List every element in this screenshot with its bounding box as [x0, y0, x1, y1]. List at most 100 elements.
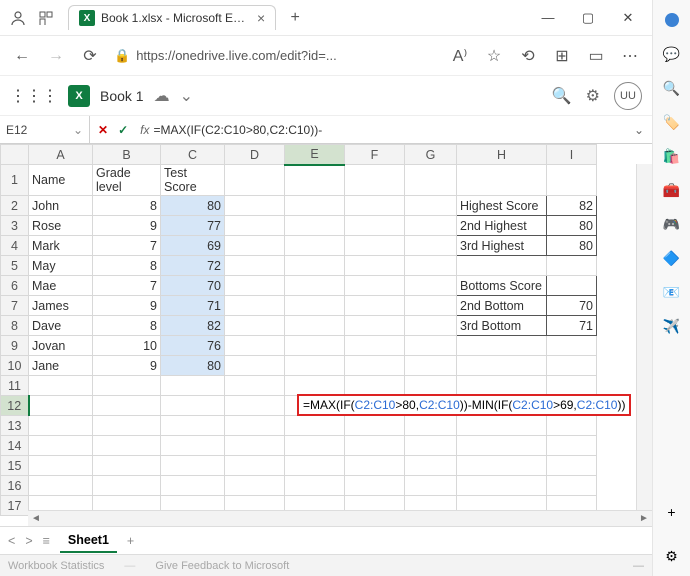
profile-icon[interactable] — [4, 4, 32, 32]
cell[interactable]: James — [29, 296, 93, 316]
maximize-button[interactable]: ▢ — [568, 0, 608, 36]
cell[interactable]: 9 — [93, 216, 161, 236]
row-header[interactable]: 15 — [1, 456, 29, 476]
col-header[interactable]: C — [161, 145, 225, 165]
row-header[interactable]: 14 — [1, 436, 29, 456]
cell[interactable]: Jane — [29, 356, 93, 376]
sheet-next-icon[interactable]: > — [25, 534, 32, 548]
search-panel-icon[interactable]: 🔍 — [662, 78, 682, 98]
row-header[interactable]: 3 — [1, 216, 29, 236]
browser-tab[interactable]: X Book 1.xlsx - Microsoft Excel Onl × — [68, 5, 276, 30]
scroll-left-icon[interactable]: ◄ — [28, 512, 44, 526]
name-box[interactable]: E12 ⌄ — [0, 116, 90, 143]
cell[interactable]: 71 — [161, 296, 225, 316]
row-header[interactable]: 10 — [1, 356, 29, 376]
tag-icon[interactable]: 🏷️ — [662, 112, 682, 132]
cell[interactable]: 70 — [547, 296, 597, 316]
app-launcher-icon[interactable]: ⋮⋮⋮ — [10, 86, 58, 106]
row-header[interactable]: 12 — [1, 396, 29, 416]
extensions-icon[interactable]: ⊞ — [548, 42, 576, 70]
cell[interactable]: 71 — [547, 316, 597, 336]
workspaces-icon[interactable] — [32, 4, 60, 32]
confirm-formula-icon[interactable]: ✓ — [118, 123, 128, 137]
cell[interactable]: Dave — [29, 316, 93, 336]
cell[interactable]: 80 — [547, 216, 597, 236]
cell[interactable]: May — [29, 256, 93, 276]
cell[interactable]: 80 — [547, 236, 597, 256]
apps-icon[interactable]: 🔷 — [662, 248, 682, 268]
col-header[interactable]: A — [29, 145, 93, 165]
cell[interactable]: 2nd Bottom — [457, 296, 547, 316]
read-aloud-icon[interactable]: A⁾ — [446, 42, 474, 70]
feedback-button[interactable]: Give Feedback to Microsoft — [155, 560, 289, 572]
outlook-icon[interactable]: 📧 — [662, 282, 682, 302]
chat-icon[interactable]: 💬 — [662, 44, 682, 64]
user-avatar[interactable]: UU — [614, 82, 642, 110]
col-header[interactable]: F — [345, 145, 405, 165]
row-header[interactable]: 8 — [1, 316, 29, 336]
col-header[interactable]: H — [457, 145, 547, 165]
sheet-list-icon[interactable]: ≡ — [43, 534, 50, 548]
formula-text[interactable]: =MAX(IF(C2:C10>80,C2:C10))- — [153, 123, 625, 137]
zoom-out-icon[interactable]: — — [633, 560, 644, 572]
row-header[interactable]: 2 — [1, 196, 29, 216]
refresh-button[interactable]: ⟳ — [76, 42, 104, 70]
row-header[interactable]: 6 — [1, 276, 29, 296]
cell[interactable]: 7 — [93, 276, 161, 296]
editing-cell-formula[interactable]: =MAX(IF(C2:C10>80,C2:C10))-MIN(IF(C2:C10… — [297, 394, 631, 416]
favorite-icon[interactable]: ☆ — [480, 42, 508, 70]
cell[interactable]: 2nd Highest — [457, 216, 547, 236]
col-header[interactable]: I — [547, 145, 597, 165]
more-icon[interactable]: ⋯ — [616, 42, 644, 70]
cell[interactable]: 8 — [93, 256, 161, 276]
cell[interactable]: Highest Score — [457, 196, 547, 216]
col-header[interactable]: B — [93, 145, 161, 165]
sync-icon[interactable]: ⟲ — [514, 42, 542, 70]
settings-icon[interactable]: ⚙ — [586, 86, 600, 106]
sheet-tab[interactable]: Sheet1 — [60, 529, 117, 553]
row-header[interactable]: 1 — [1, 165, 29, 196]
row-header[interactable]: 17 — [1, 496, 29, 516]
cell[interactable]: 76 — [161, 336, 225, 356]
sheet-area[interactable]: A B C D E F G H I 1 Name Grade level Tes… — [0, 144, 652, 526]
row-header[interactable]: 9 — [1, 336, 29, 356]
cell[interactable]: 9 — [93, 296, 161, 316]
spreadsheet-grid[interactable]: A B C D E F G H I 1 Name Grade level Tes… — [0, 144, 597, 516]
forward-button[interactable]: → — [42, 42, 70, 70]
select-all-corner[interactable] — [1, 145, 29, 165]
cell[interactable]: 82 — [547, 196, 597, 216]
cell[interactable]: 3rd Bottom — [457, 316, 547, 336]
vertical-scrollbar[interactable] — [636, 164, 652, 510]
cell[interactable]: Jovan — [29, 336, 93, 356]
title-dropdown-icon[interactable]: ⌄ — [180, 86, 193, 106]
horizontal-scrollbar[interactable]: ◄ ► — [28, 510, 652, 526]
shopping-icon[interactable]: 🛍️ — [662, 146, 682, 166]
sheet-prev-icon[interactable]: < — [8, 534, 15, 548]
url-field[interactable]: 🔒 https://onedrive.live.com/edit?id=... — [110, 48, 440, 64]
cell[interactable]: 77 — [161, 216, 225, 236]
new-tab-button[interactable]: + — [282, 5, 308, 31]
doc-title[interactable]: Book 1 — [100, 88, 144, 104]
collections-icon[interactable]: ▭ — [582, 42, 610, 70]
copilot-icon[interactable] — [662, 10, 682, 30]
cell[interactable]: 70 — [161, 276, 225, 296]
cell[interactable]: 69 — [161, 236, 225, 256]
cell[interactable]: 3rd Highest — [457, 236, 547, 256]
row-header[interactable]: 4 — [1, 236, 29, 256]
row-header[interactable]: 13 — [1, 416, 29, 436]
cell[interactable]: Mark — [29, 236, 93, 256]
back-button[interactable]: ← — [8, 42, 36, 70]
cell[interactable]: Test Score — [161, 165, 225, 196]
cell[interactable]: John — [29, 196, 93, 216]
games-icon[interactable]: 🎮 — [662, 214, 682, 234]
cell[interactable]: Grade level — [93, 165, 161, 196]
row-header[interactable]: 16 — [1, 476, 29, 496]
send-icon[interactable]: ✈️ — [662, 316, 682, 336]
cancel-formula-icon[interactable]: ✕ — [98, 123, 108, 137]
workbook-stats-button[interactable]: Workbook Statistics — [8, 560, 104, 572]
add-sheet-icon[interactable]: + — [127, 534, 134, 548]
cell[interactable]: 9 — [93, 356, 161, 376]
close-tab-icon[interactable]: × — [257, 10, 265, 26]
cell[interactable]: Rose — [29, 216, 93, 236]
cell[interactable]: 7 — [93, 236, 161, 256]
